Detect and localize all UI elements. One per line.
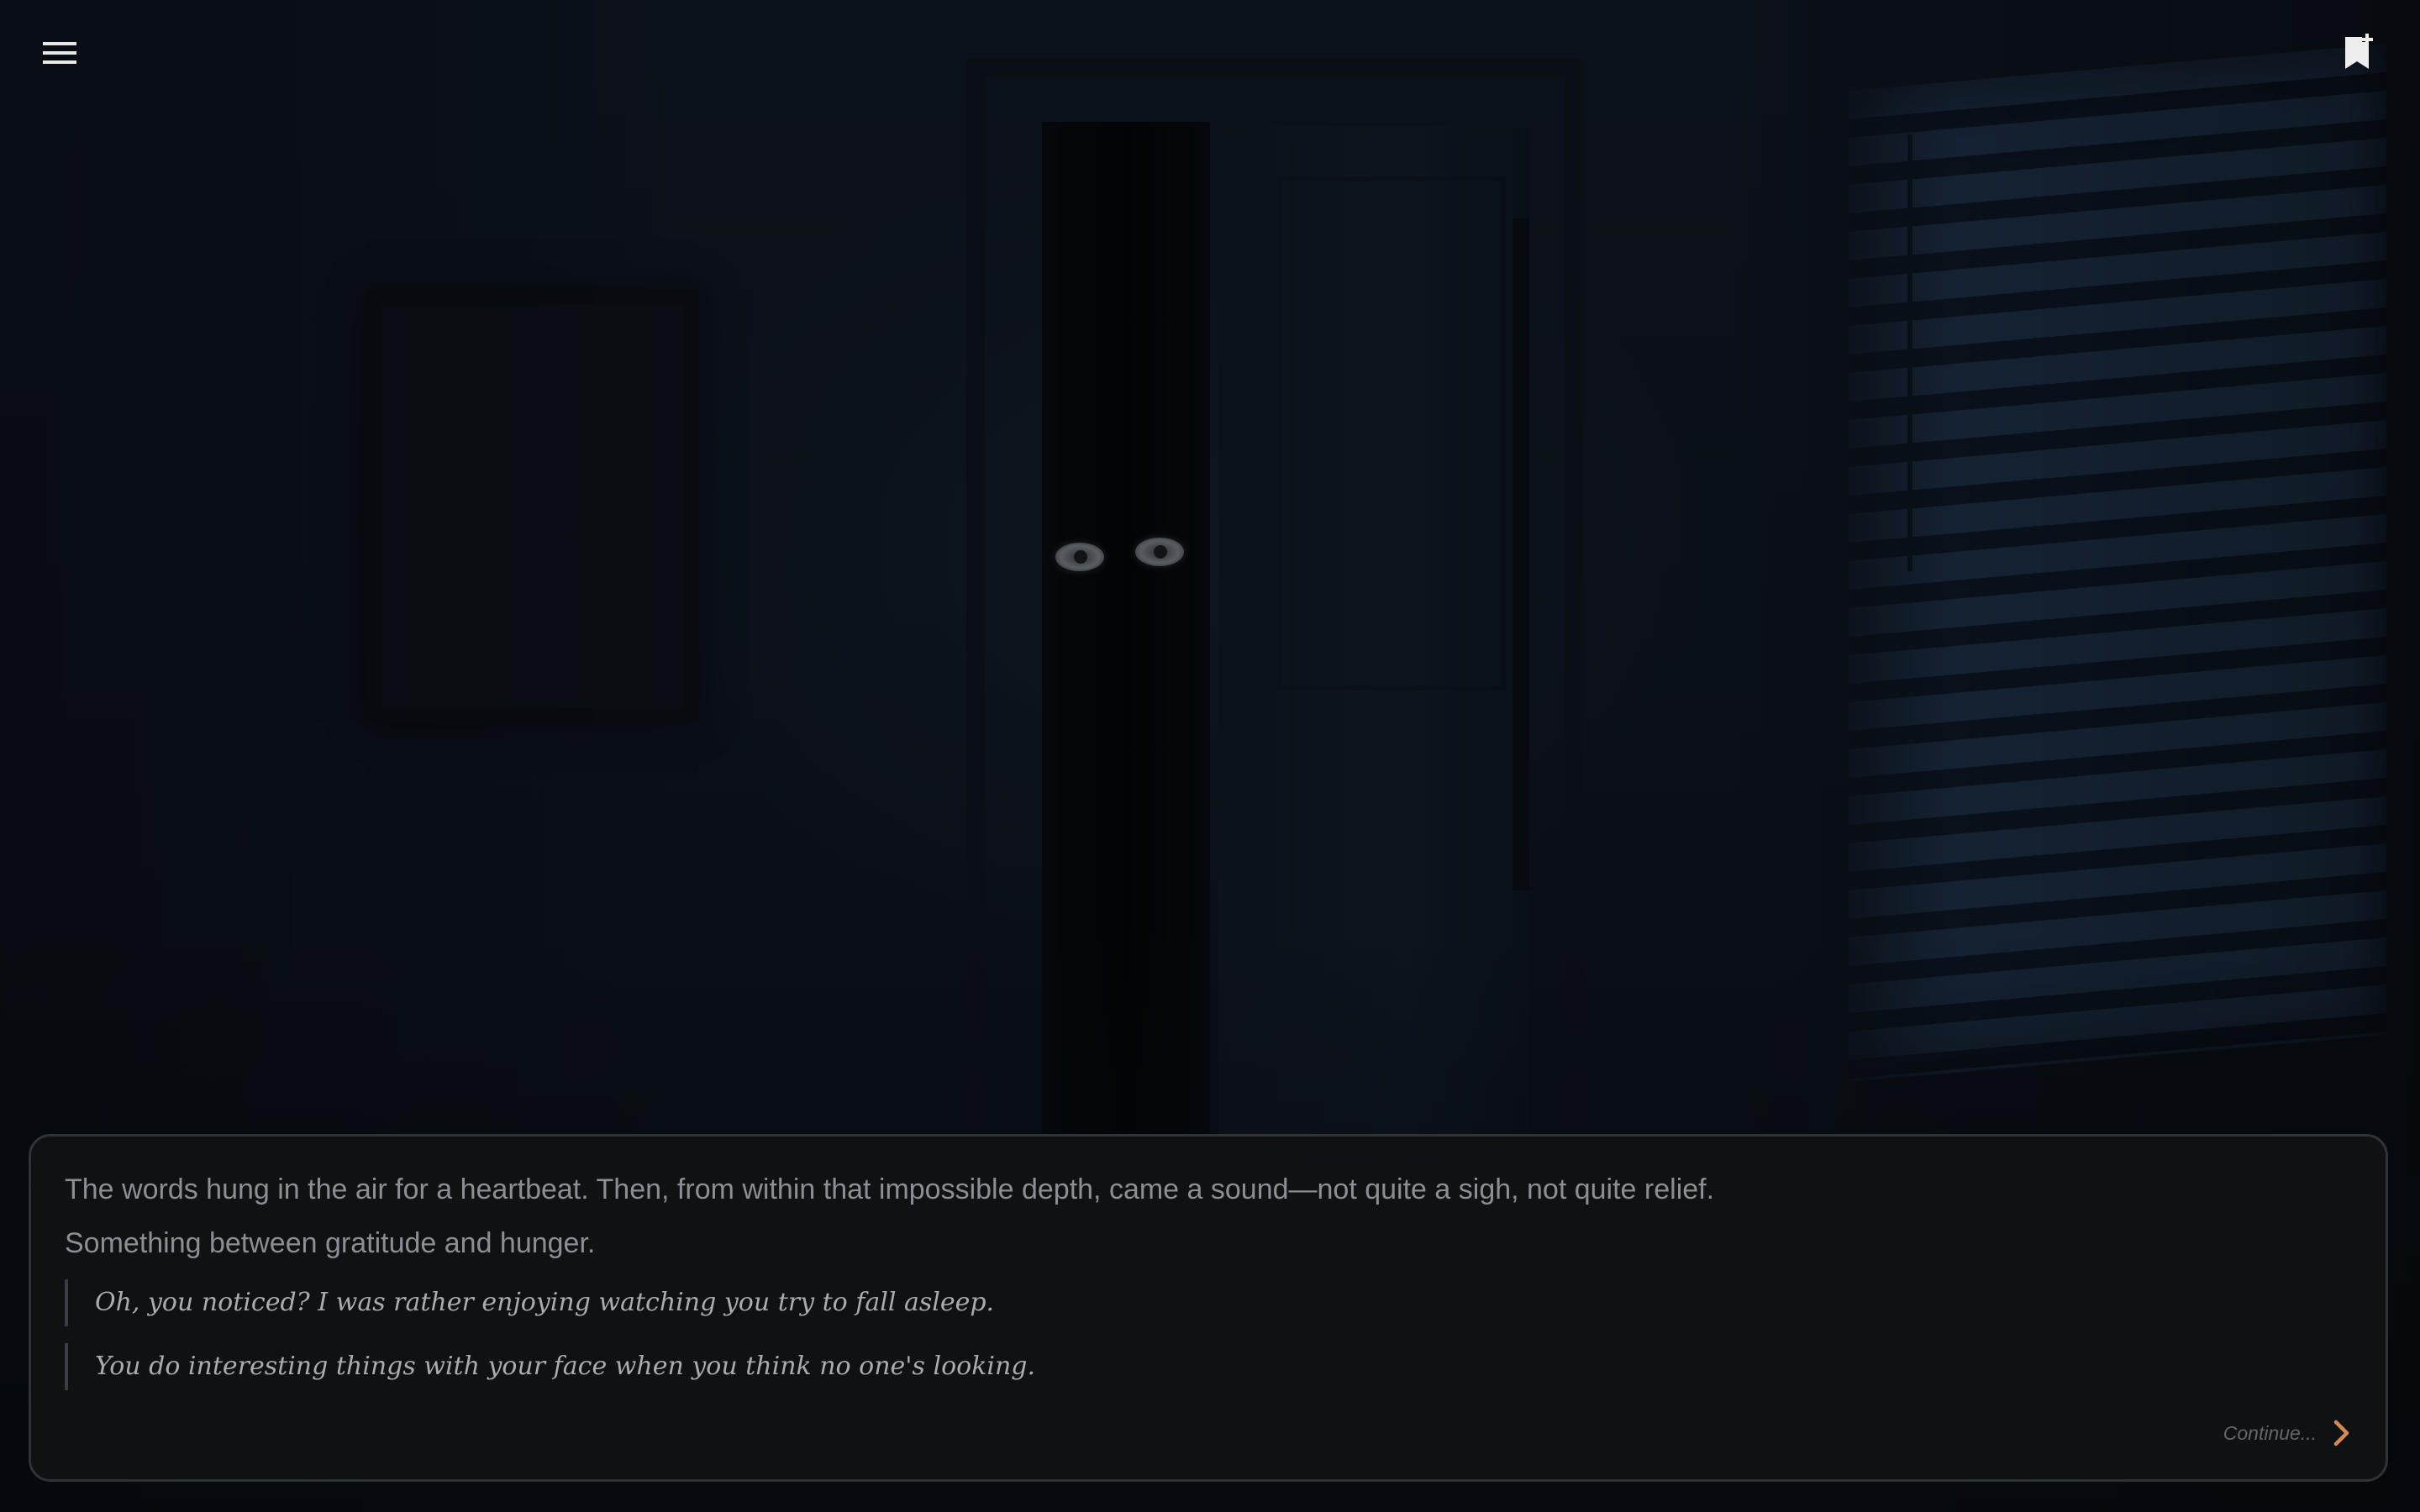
speech-text: You do interesting things with your face… (95, 1352, 1036, 1381)
hamburger-menu-icon (43, 42, 76, 64)
bookmark-button[interactable] (2329, 24, 2388, 82)
dialogue-box: The words hung in the air for a heartbea… (29, 1134, 2388, 1482)
menu-button[interactable] (30, 24, 89, 82)
continue-label: Continue... (2223, 1421, 2317, 1444)
narration-line: Something between gratitude and hunger. (65, 1227, 596, 1259)
narration-line: The words hung in the air for a heartbea… (65, 1173, 1715, 1205)
bookmark-add-icon (2345, 34, 2373, 69)
character-speech-line: Oh, you noticed? I was rather enjoying w… (65, 1279, 2352, 1326)
chevron-right-icon (2333, 1420, 2349, 1446)
character-speech-line: You do interesting things with your face… (65, 1343, 2352, 1390)
speech-text: Oh, you noticed? I was rather enjoying w… (95, 1288, 995, 1317)
continue-button[interactable]: Continue... (2223, 1419, 2352, 1447)
